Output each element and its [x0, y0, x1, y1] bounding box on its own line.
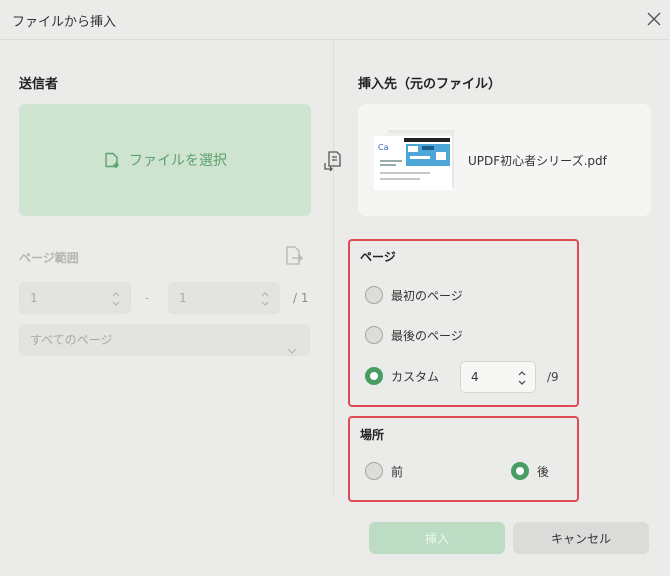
swap-icon[interactable] [323, 150, 343, 176]
radio-label: 前 [391, 464, 404, 479]
page-group-heading: ページ [360, 250, 396, 264]
insert-button[interactable]: 挿入 [369, 522, 505, 554]
stepper-arrows-icon[interactable] [111, 289, 121, 307]
close-icon[interactable] [644, 9, 664, 29]
radio-circle[interactable] [365, 286, 383, 304]
destination-file-name: UPDF初心者シリーズ.pdf [468, 154, 607, 168]
stepper-arrows-icon[interactable] [517, 368, 527, 386]
column-divider [333, 40, 334, 495]
range-separator: - [145, 291, 150, 305]
radio-last-page[interactable]: 最後のページ [365, 326, 463, 344]
cancel-button[interactable]: キャンセル [513, 522, 649, 554]
custom-page-stepper[interactable]: 4 [460, 361, 536, 393]
page-to-value: 1 [179, 291, 187, 305]
radio-custom[interactable]: カスタム [365, 367, 439, 385]
page-to-stepper[interactable]: 1 [168, 282, 280, 314]
select-file-label: ファイルを選択 [129, 153, 227, 169]
page-preset-value: すべてのページ [30, 333, 113, 347]
radio-label: 最初のページ [391, 288, 463, 303]
page-range-total: / 1 [293, 291, 309, 305]
svg-text:Ca: Ca [378, 143, 389, 152]
radio-circle[interactable] [365, 326, 383, 344]
stepper-arrows-icon[interactable] [260, 289, 270, 307]
custom-page-value: 4 [471, 370, 479, 384]
page-range-label: ページ範囲 [19, 251, 79, 265]
radio-after[interactable]: 後 [511, 462, 549, 480]
title-bar: ファイルから挿入 [0, 0, 670, 40]
custom-page-total: /9 [547, 370, 559, 384]
radio-label: 後 [537, 464, 550, 479]
radio-circle[interactable] [365, 462, 383, 480]
page-from-stepper[interactable]: 1 [19, 282, 131, 314]
sender-heading: 送信者 [19, 77, 59, 92]
destination-heading: 挿入先（元のファイル） [358, 77, 502, 92]
page-preset-select[interactable]: すべてのページ [19, 324, 310, 356]
radio-label: カスタム [391, 369, 440, 384]
radio-label: 最後のページ [391, 328, 463, 343]
location-group-heading: 場所 [360, 428, 385, 442]
radio-before[interactable]: 前 [365, 462, 403, 480]
pdf-thumbnail-icon: Ca [374, 130, 454, 192]
chevron-down-icon [287, 336, 297, 366]
radio-first-page[interactable]: 最初のページ [365, 286, 463, 304]
page-range-icon[interactable] [284, 245, 304, 271]
radio-circle-selected[interactable] [511, 462, 529, 480]
add-file-icon [103, 151, 121, 169]
radio-circle-selected[interactable] [365, 367, 383, 385]
window-title: ファイルから挿入 [12, 15, 117, 30]
destination-file-card: Ca UPDF初心者シリーズ.pdf [358, 104, 651, 216]
select-file-button[interactable]: ファイルを選択 [19, 104, 311, 216]
page-from-value: 1 [30, 291, 38, 305]
